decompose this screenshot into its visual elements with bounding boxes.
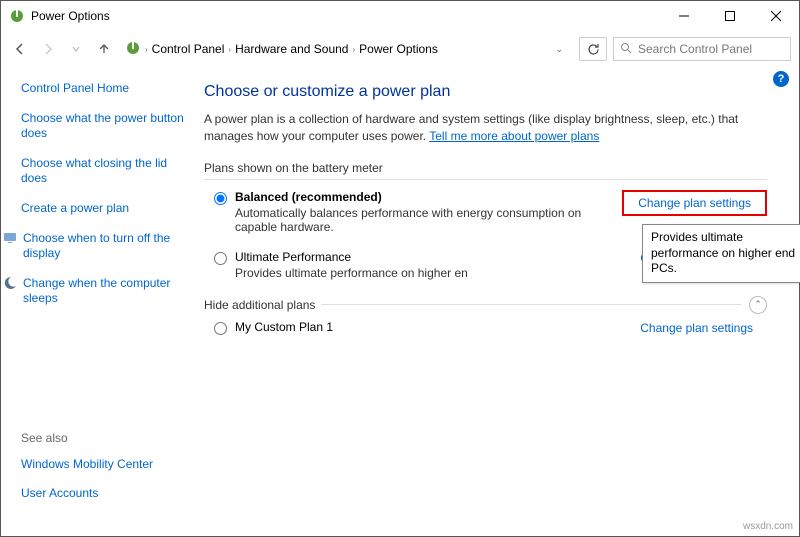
search-input[interactable]: Search Control Panel [613,37,791,61]
breadcrumb-item[interactable]: Hardware and Sound [235,42,348,56]
chevron-right-icon: › [228,45,231,54]
chevron-right-icon: › [145,45,148,54]
sidebar-link[interactable]: Change when the computer sleeps [23,276,188,307]
sidebar-link[interactable]: Choose when to turn off the display [23,231,188,262]
collapse-button[interactable]: ⌃ [749,296,767,314]
plan-radio[interactable] [214,252,227,265]
monitor-icon [3,231,17,245]
forward-button[interactable] [37,38,59,60]
close-button[interactable] [753,1,799,31]
main-panel: Choose or customize a power plan A power… [196,67,799,536]
plan-description: Automatically balances performance with … [235,206,622,234]
plan-name: Ultimate Performance [235,250,640,264]
window-title: Power Options [31,9,661,23]
plans-shown-label: Plans shown on the battery meter [204,161,767,175]
sidebar: Control Panel Home Choose what the power… [1,67,196,536]
maximize-button[interactable] [707,1,753,31]
chevron-up-icon: ⌃ [754,299,762,310]
sidebar-link[interactable]: Choose what closing the lid does [21,156,188,187]
divider [204,179,767,180]
titlebar: Power Options [1,1,799,31]
breadcrumb-item[interactable]: Control Panel [152,42,225,56]
divider [321,304,741,305]
refresh-button[interactable] [579,37,607,61]
seealso-link[interactable]: Windows Mobility Center [21,457,188,473]
plan-name: Balanced (recommended) [235,190,622,204]
back-button[interactable] [9,38,31,60]
search-placeholder: Search Control Panel [638,42,752,56]
plan-description: Provides ultimate performance on higher … [235,266,640,280]
breadcrumb-icon [125,40,141,59]
breadcrumb-item[interactable]: Power Options [359,42,438,56]
sidebar-link[interactable]: Choose what the power button does [21,111,188,142]
recent-dropdown-icon[interactable] [65,38,87,60]
page-description: A power plan is a collection of hardware… [204,111,767,145]
plan-radio[interactable] [214,192,227,205]
change-plan-settings-link[interactable]: Change plan settings [640,320,767,335]
chevron-right-icon: › [352,45,355,54]
sidebar-home-link[interactable]: Control Panel Home [21,81,188,97]
breadcrumb[interactable]: › Control Panel › Hardware and Sound › P… [121,37,573,61]
breadcrumb-dropdown-icon[interactable]: ⌄ [555,44,569,55]
seealso-link[interactable]: User Accounts [21,486,188,502]
page-heading: Choose or customize a power plan [204,83,767,101]
moon-icon [3,276,17,290]
minimize-button[interactable] [661,1,707,31]
watermark: wsxdn.com [743,521,793,532]
hide-additional-label: Hide additional plans [204,298,315,312]
plan-radio[interactable] [214,322,227,335]
power-plan-row: My Custom Plan 1 Change plan settings [204,320,767,335]
sidebar-link[interactable]: Create a power plan [21,201,188,217]
plan-name: My Custom Plan 1 [235,320,640,334]
highlight-box: Change plan settings [622,190,767,216]
seealso-label: See also [21,431,188,445]
up-button[interactable] [93,38,115,60]
app-icon [9,8,25,24]
navbar: › Control Panel › Hardware and Sound › P… [1,31,799,67]
tooltip: Provides ultimate performance on higher … [642,224,800,283]
change-plan-settings-link[interactable]: Change plan settings [638,195,751,210]
search-icon [620,42,632,57]
learn-more-link[interactable]: Tell me more about power plans [429,129,599,143]
hide-additional-plans-row: Hide additional plans ⌃ [204,296,767,314]
